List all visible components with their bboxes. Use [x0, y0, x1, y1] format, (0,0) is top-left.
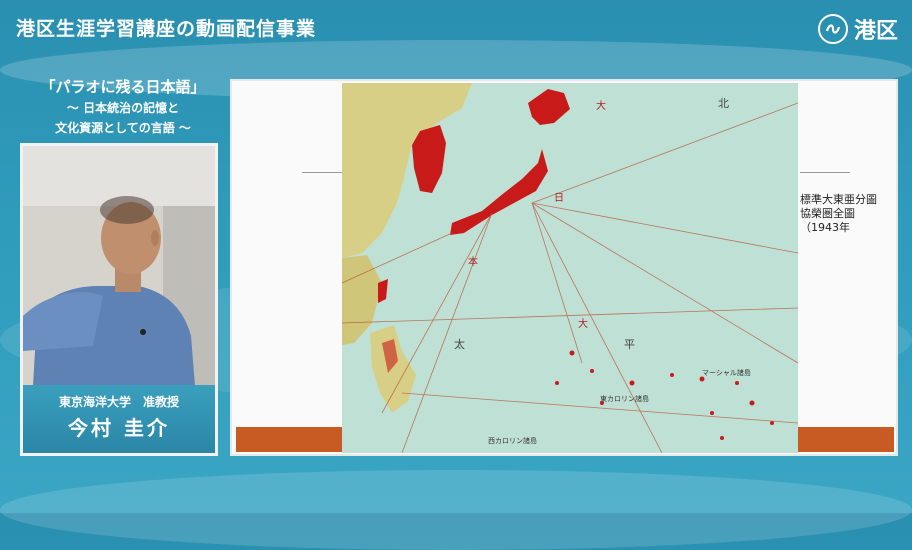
- slide-rule-right: [800, 172, 850, 173]
- slide-stripe-left: [236, 427, 342, 452]
- lecture-subtitle-1: 〜 日本統治の記憶と: [66, 101, 180, 115]
- speaker-video: 東京海洋大学 准教授 今村 圭介: [20, 143, 218, 456]
- svg-text:西カロリン諸島: 西カロリン諸島: [488, 436, 537, 445]
- svg-text:東カロリン諸島: 東カロリン諸島: [600, 394, 649, 403]
- svg-text:太: 太: [454, 338, 465, 351]
- slide-rule-left: [302, 172, 342, 173]
- svg-text:マーシャル諸島: マーシャル諸島: [702, 368, 751, 377]
- page-title: 港区生涯学習講座の動画配信事業: [16, 18, 317, 40]
- lecture-title: 「パラオに残る日本語」: [40, 78, 206, 96]
- speaker-caption: 東京海洋大学 准教授 今村 圭介: [23, 385, 215, 453]
- svg-text:大: 大: [596, 99, 606, 112]
- map-caption-line1: 標準大東亜分圖: [800, 193, 877, 206]
- map-caption: 標準大東亜分圖 協榮圏全圖 （1943年: [800, 193, 877, 235]
- svg-text:平: 平: [624, 338, 635, 351]
- lecture-subtitle-2: 文化資源としての言語 〜: [55, 121, 191, 135]
- bg-wave: [0, 470, 912, 550]
- speaker-affiliation: 東京海洋大学 准教授: [58, 395, 179, 409]
- speaker-name: 今村 圭介: [68, 416, 170, 440]
- slide-stripe-right: [798, 427, 894, 452]
- map-caption-line2: 協榮圏全圖: [800, 207, 855, 220]
- speaker-photo: [23, 146, 215, 386]
- svg-text:大: 大: [578, 317, 588, 330]
- logo-text: 港区: [853, 19, 898, 44]
- map-caption-line3: （1943年: [800, 221, 850, 234]
- presentation-slide: 大 日 本 大 北 太 平 マーシャル諸島 東カロリン諸島 西カロリン諸島 標準…: [230, 79, 898, 456]
- minato-logo-icon: [817, 14, 848, 44]
- lecture-title-block: 「パラオに残る日本語」 〜 日本統治の記憶と 文化資源としての言語 〜: [28, 76, 218, 137]
- svg-text:本: 本: [468, 255, 478, 268]
- svg-text:日: 日: [554, 193, 564, 204]
- minato-logo: 港区: [817, 13, 898, 45]
- historical-map-image: 大 日 本 大 北 太 平 マーシャル諸島 東カロリン諸島 西カロリン諸島: [342, 83, 798, 453]
- svg-text:北: 北: [718, 97, 729, 110]
